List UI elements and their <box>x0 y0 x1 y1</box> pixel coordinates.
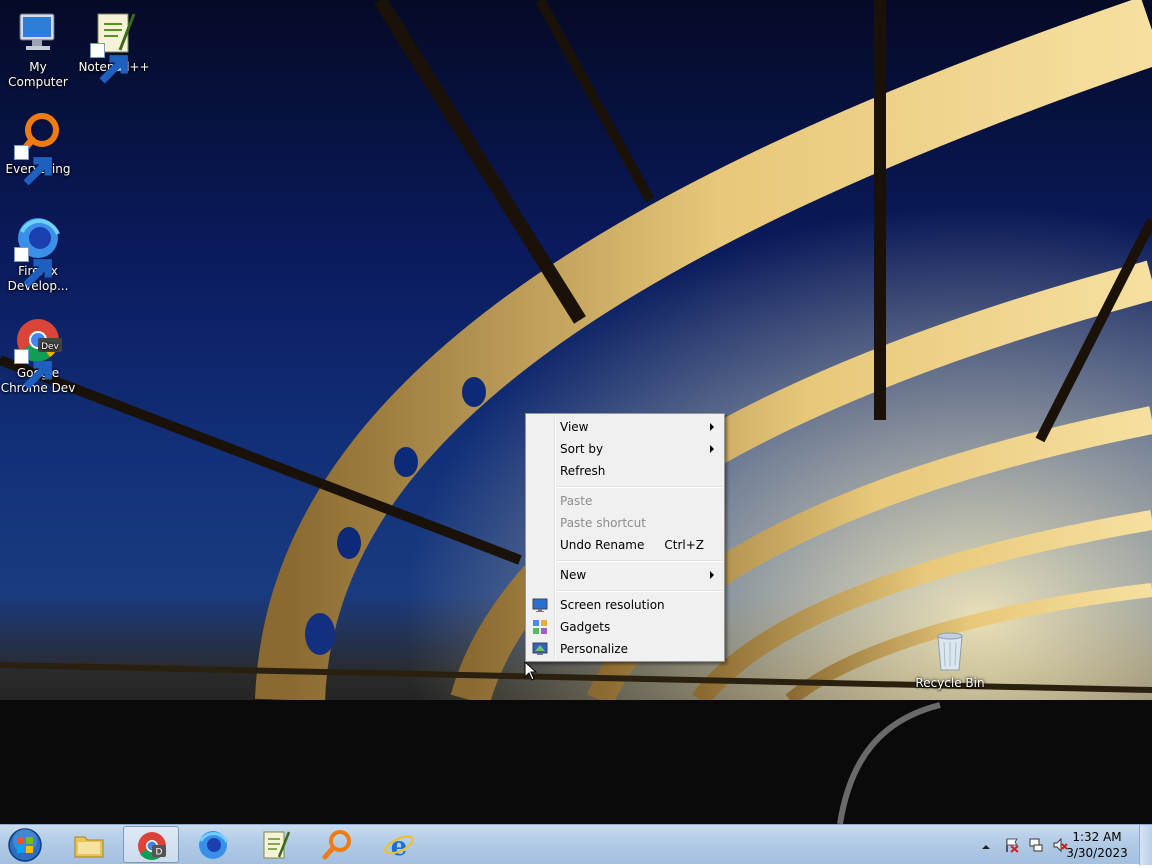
menu-item-label: Undo Rename <box>560 538 645 552</box>
menu-item-label: Personalize <box>560 642 629 656</box>
shortcut-arrow-icon <box>14 145 52 186</box>
menu-item-paste[interactable]: Paste <box>528 490 722 512</box>
desktop-icon-everything[interactable]: Everything <box>0 112 76 186</box>
everything-search-icon <box>14 112 62 186</box>
taskbar-button-chrome-dev[interactable]: D <box>123 826 179 863</box>
notification-area: 1:32 AM 3/30/2023 <box>962 825 1152 865</box>
desktop-context-menu: View Sort by Refresh Paste Paste shortcu… <box>525 413 725 662</box>
clock-time: 1:32 AM <box>1072 830 1122 844</box>
desktop[interactable]: My Computer Notepad++ Everything Firefox… <box>0 0 1152 824</box>
menu-item-view[interactable]: View <box>528 416 722 438</box>
desktop-icon-chrome-dev[interactable]: Dev Google Chrome Dev <box>0 316 76 396</box>
desktop-icon-notepadpp[interactable]: Notepad++ <box>76 10 152 84</box>
menu-item-label: Paste shortcut <box>560 516 646 530</box>
menu-item-gadgets[interactable]: Gadgets <box>528 616 722 638</box>
taskbar-button-internet-explorer[interactable]: e <box>371 826 427 863</box>
folder-icon <box>74 836 104 858</box>
desktop-icon-label: My Computer <box>8 60 68 89</box>
shortcut-arrow-icon <box>90 43 128 84</box>
system-clock[interactable]: 1:32 AM 3/30/2023 <box>1062 829 1132 861</box>
computer-icon <box>14 10 62 58</box>
start-button[interactable] <box>3 826 47 864</box>
menu-item-sort-by[interactable]: Sort by <box>528 438 722 460</box>
action-center-flag-icon[interactable] <box>1004 837 1020 853</box>
taskbar: D e 1:32 AM 3/30/2023 <box>0 824 1152 865</box>
svg-text:D: D <box>156 848 163 858</box>
menu-separator <box>556 486 722 488</box>
personalize-icon <box>532 642 548 655</box>
screen-resolution-icon <box>532 598 548 612</box>
menu-item-label: New <box>560 568 587 582</box>
wallpaper-image <box>0 0 1152 824</box>
desktop-icon-label: Recycle Bin <box>915 676 985 690</box>
network-icon[interactable] <box>1028 837 1044 853</box>
clock-date: 3/30/2023 <box>1066 846 1128 860</box>
menu-item-label: Gadgets <box>560 620 611 634</box>
shortcut-arrow-icon <box>14 349 52 390</box>
menu-item-screen-resolution[interactable]: Screen resolution <box>528 594 722 616</box>
notepadpp-icon <box>263 831 291 859</box>
menu-item-label: Paste <box>560 494 593 508</box>
menu-item-label: Sort by <box>560 442 604 456</box>
menu-item-new[interactable]: New <box>528 564 722 586</box>
show-hidden-icons-arrow[interactable] <box>978 839 994 855</box>
menu-item-label: View <box>560 420 589 434</box>
submenu-arrow-icon <box>710 571 714 579</box>
windows-orb-icon <box>8 828 42 862</box>
taskbar-button-notepadpp[interactable] <box>247 826 303 863</box>
chrome-dev-icon: Dev <box>14 316 62 390</box>
menu-item-refresh[interactable]: Refresh <box>528 460 722 482</box>
taskbar-button-windows-explorer[interactable] <box>61 826 117 863</box>
menu-item-undo-rename[interactable]: Undo Rename Ctrl+Z <box>528 534 722 556</box>
chrome-dev-icon: D <box>138 832 166 860</box>
firefox-dev-icon <box>199 831 229 859</box>
menu-separator <box>556 560 722 562</box>
submenu-arrow-icon <box>710 445 714 453</box>
desktop-icon-my-computer[interactable]: My Computer <box>0 10 76 90</box>
menu-item-shortcut: Ctrl+Z <box>664 538 704 552</box>
desktop-icon-recycle-bin[interactable]: Recycle Bin <box>912 626 988 691</box>
desktop-icon-firefox-dev[interactable]: Firefox Develop... <box>0 214 76 294</box>
ie-icon: e <box>384 832 414 861</box>
notepadpp-icon <box>90 10 138 84</box>
menu-item-paste-shortcut[interactable]: Paste shortcut <box>528 512 722 534</box>
mouse-cursor-icon <box>524 661 538 681</box>
show-desktop-button[interactable] <box>1139 825 1152 865</box>
menu-separator <box>556 590 722 592</box>
shortcut-arrow-icon <box>14 247 52 288</box>
menu-item-label: Refresh <box>560 464 606 478</box>
menu-item-personalize[interactable]: Personalize <box>528 638 722 660</box>
taskbar-button-firefox-dev[interactable] <box>185 826 241 863</box>
menu-item-label: Screen resolution <box>560 598 665 612</box>
taskbar-button-everything[interactable] <box>309 826 365 863</box>
submenu-arrow-icon <box>710 423 714 431</box>
firefox-dev-icon <box>14 214 62 288</box>
recycle-bin-icon <box>926 626 974 674</box>
gadgets-icon <box>533 620 547 634</box>
everything-search-icon <box>322 830 351 860</box>
